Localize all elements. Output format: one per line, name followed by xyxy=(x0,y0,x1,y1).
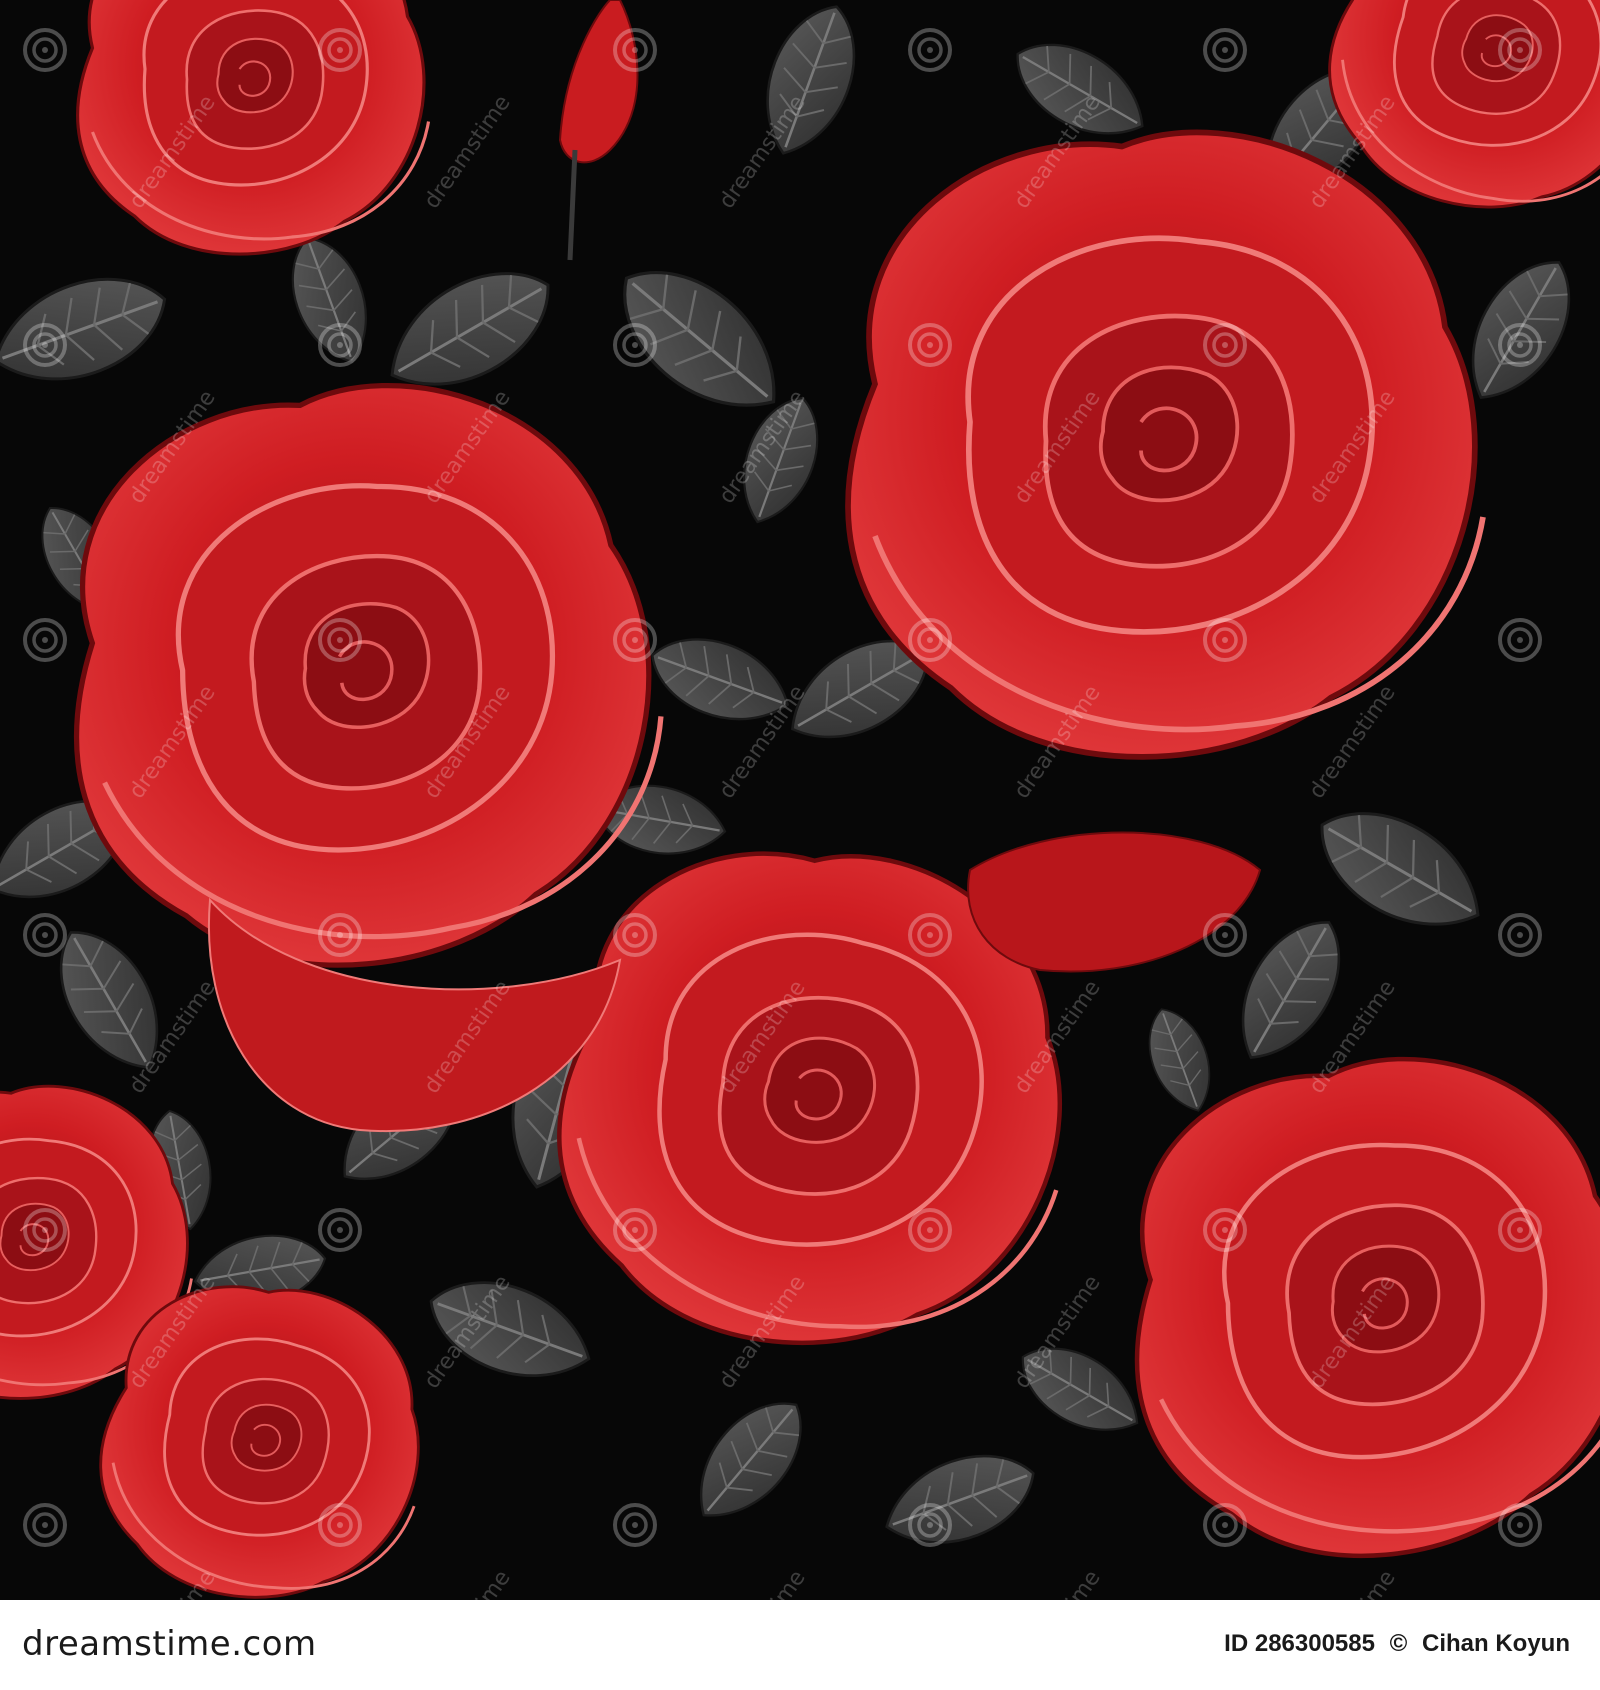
stock-footer-bar: dreamstime.com ID 286300585 © Cihan Koyu… xyxy=(0,1600,1600,1690)
author-name: Cihan Koyun xyxy=(1422,1630,1570,1657)
rose-pattern-image: dreamstime dreamstime dreamstime dreamstime… xyxy=(0,0,1600,1600)
image-id-label: ID 286300585 xyxy=(1224,1630,1375,1657)
rose-pattern-svg: dreamstime dreamstime dreamstime dreamstime… xyxy=(0,0,1600,1600)
footer-credit: ID 286300585 © Cihan Koyun xyxy=(1224,1630,1578,1658)
copyright-symbol: © xyxy=(1389,1630,1408,1657)
footer-site-name: dreamstime.com xyxy=(22,1624,317,1664)
